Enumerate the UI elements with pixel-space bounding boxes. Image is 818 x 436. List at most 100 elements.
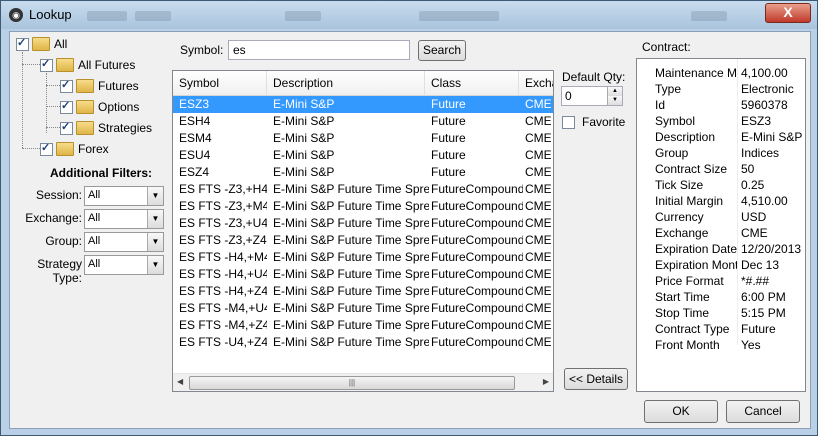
contract-field-name: Type bbox=[655, 82, 682, 96]
table-row[interactable]: ES FTS -U4,+Z4 E-Mini S&P Future Time Spr… bbox=[173, 334, 553, 351]
close-button[interactable]: X bbox=[765, 3, 811, 23]
group-label: Group: bbox=[45, 234, 82, 248]
scroll-right-icon[interactable]: ▶ bbox=[543, 377, 549, 386]
table-row[interactable]: ESU4 E-Mini S&P Future CME bbox=[173, 147, 553, 164]
checkbox-futures[interactable] bbox=[60, 78, 73, 93]
tree-item-options[interactable]: Options bbox=[60, 99, 139, 115]
contract-field-row: Contract Type Future bbox=[637, 321, 805, 337]
table-cell: CME bbox=[525, 131, 551, 145]
chevron-down-icon[interactable]: ▼ bbox=[147, 187, 163, 205]
scroll-left-icon[interactable]: ◀ bbox=[177, 377, 183, 386]
folder-icon bbox=[32, 37, 50, 51]
results-grid[interactable]: Symbol Description Class Exchange ESZ3 E-… bbox=[172, 70, 554, 392]
tree-item-strategies[interactable]: Strategies bbox=[60, 120, 152, 136]
contract-field-value: 50 bbox=[741, 162, 755, 176]
contract-field-name: Start Time bbox=[655, 290, 710, 304]
ok-button[interactable]: OK bbox=[644, 400, 718, 423]
column-header-symbol[interactable]: Symbol bbox=[173, 71, 267, 95]
details-button[interactable]: << Details bbox=[564, 368, 628, 390]
tree-item-all-futures[interactable]: All Futures bbox=[40, 57, 135, 73]
table-row[interactable]: ESM4 E-Mini S&P Future CME bbox=[173, 130, 553, 147]
table-row[interactable]: ESZ3 E-Mini S&P Future CME bbox=[173, 96, 553, 113]
folder-icon bbox=[76, 100, 94, 114]
table-cell: FutureCompound bbox=[431, 199, 523, 213]
dialog-body: All All Futures Futures Options Strategi bbox=[9, 31, 811, 429]
default-qty-stepper[interactable]: 0 ▲ ▼ bbox=[561, 86, 623, 106]
table-cell: ES FTS -H4,+M4 bbox=[179, 250, 267, 264]
scroll-thumb[interactable]: ||| bbox=[189, 376, 515, 390]
group-select[interactable]: All ▼ bbox=[84, 232, 164, 252]
symbol-search-input[interactable] bbox=[228, 40, 410, 60]
tree-label: All Futures bbox=[78, 58, 136, 72]
table-cell: FutureCompound bbox=[431, 267, 523, 281]
table-cell: ES FTS -Z3,+H4 bbox=[179, 182, 267, 196]
checkbox-all-futures[interactable] bbox=[40, 57, 53, 72]
tree-label: Futures bbox=[98, 79, 139, 93]
table-cell: CME bbox=[525, 182, 551, 196]
symbol-label: Symbol: bbox=[180, 43, 224, 57]
favorite-checkbox[interactable]: Favorite bbox=[562, 115, 625, 129]
search-button[interactable]: Search bbox=[418, 40, 466, 61]
chevron-down-icon[interactable]: ▼ bbox=[147, 256, 163, 274]
table-row[interactable]: ES FTS -H4,+M4 E-Mini S&P Future Time Spr… bbox=[173, 249, 553, 266]
tree-item-all[interactable]: All bbox=[16, 36, 67, 52]
table-row[interactable]: ESH4 E-Mini S&P Future CME bbox=[173, 113, 553, 130]
default-qty-value[interactable]: 0 bbox=[565, 89, 572, 103]
table-cell: CME bbox=[525, 335, 551, 349]
tree-line bbox=[22, 148, 42, 149]
column-header-class[interactable]: Class bbox=[425, 71, 519, 95]
contract-field-name: Exchange bbox=[655, 226, 709, 240]
favorite-box[interactable] bbox=[562, 115, 575, 129]
tree-item-forex[interactable]: Forex bbox=[40, 141, 109, 157]
contract-field-value: ESZ3 bbox=[741, 114, 772, 128]
chevron-down-icon[interactable]: ▼ bbox=[147, 210, 163, 228]
table-row[interactable]: ES FTS -M4,+U4 E-Mini S&P Future Time Spr… bbox=[173, 300, 553, 317]
checkbox-options[interactable] bbox=[60, 99, 73, 114]
table-row[interactable]: ES FTS -M4,+Z4 E-Mini S&P Future Time Spr… bbox=[173, 317, 553, 334]
tree-line bbox=[46, 73, 47, 133]
cancel-button[interactable]: Cancel bbox=[726, 400, 800, 423]
contract-field-name: Price Format bbox=[655, 274, 724, 288]
table-cell: FutureCompound bbox=[431, 182, 523, 196]
table-cell: ES FTS -Z3,+U4 bbox=[179, 216, 267, 230]
checkbox-forex[interactable] bbox=[40, 141, 53, 156]
chevron-down-icon[interactable]: ▼ bbox=[147, 233, 163, 251]
column-header-description[interactable]: Description bbox=[267, 71, 425, 95]
tree-item-futures[interactable]: Futures bbox=[60, 78, 139, 94]
table-cell: FutureCompound bbox=[431, 318, 523, 332]
table-row[interactable]: ES FTS -Z3,+M4 E-Mini S&P Future Time Spr… bbox=[173, 198, 553, 215]
table-row[interactable]: ES FTS -Z3,+H4 E-Mini S&P Future Time Spr… bbox=[173, 181, 553, 198]
checkbox-strategies[interactable] bbox=[60, 120, 73, 135]
table-cell: CME bbox=[525, 318, 551, 332]
horizontal-scrollbar[interactable]: ◀ ||| ▶ bbox=[173, 373, 553, 391]
background-blur bbox=[285, 11, 321, 21]
table-cell: ES FTS -H4,+U4 bbox=[179, 267, 267, 281]
tree-label: Options bbox=[98, 100, 140, 114]
contract-field-value: 0.25 bbox=[741, 178, 765, 192]
checkbox-all[interactable] bbox=[16, 36, 29, 51]
table-row[interactable]: ES FTS -H4,+Z4 E-Mini S&P Future Time Spr… bbox=[173, 283, 553, 300]
contract-field-row: Maintenance Margin 4,100.00 bbox=[637, 65, 805, 81]
contract-field-row: Front Month Yes bbox=[637, 337, 805, 353]
contract-field-name: Group bbox=[655, 146, 689, 160]
table-row[interactable]: ESZ4 E-Mini S&P Future CME bbox=[173, 164, 553, 181]
column-header-exchange[interactable]: Exchange bbox=[519, 71, 553, 95]
folder-icon bbox=[76, 79, 94, 93]
table-row[interactable]: ES FTS -H4,+U4 E-Mini S&P Future Time Spr… bbox=[173, 266, 553, 283]
decrement-icon[interactable]: ▼ bbox=[607, 96, 622, 105]
window-title: Lookup bbox=[29, 7, 72, 22]
table-row[interactable]: ES FTS -Z3,+U4 E-Mini S&P Future Time Spr… bbox=[173, 215, 553, 232]
session-select[interactable]: All ▼ bbox=[84, 186, 164, 206]
table-row[interactable]: ES FTS -Z3,+Z4 E-Mini S&P Future Time Spr… bbox=[173, 232, 553, 249]
exchange-select[interactable]: All ▼ bbox=[84, 209, 164, 229]
contract-field-value: Dec 13 bbox=[741, 258, 780, 272]
strategy-type-label: Strategy Type: bbox=[37, 257, 82, 285]
table-cell: E-Mini S&P bbox=[273, 114, 335, 128]
table-cell: Future bbox=[431, 97, 466, 111]
strategy-type-select[interactable]: All ▼ bbox=[84, 255, 164, 275]
folder-icon bbox=[56, 58, 74, 72]
increment-icon[interactable]: ▲ bbox=[607, 87, 622, 96]
contract-field-name: Contract Size bbox=[655, 162, 728, 176]
table-cell: CME bbox=[525, 267, 551, 281]
contract-field-row: Symbol ESZ3 bbox=[637, 113, 805, 129]
